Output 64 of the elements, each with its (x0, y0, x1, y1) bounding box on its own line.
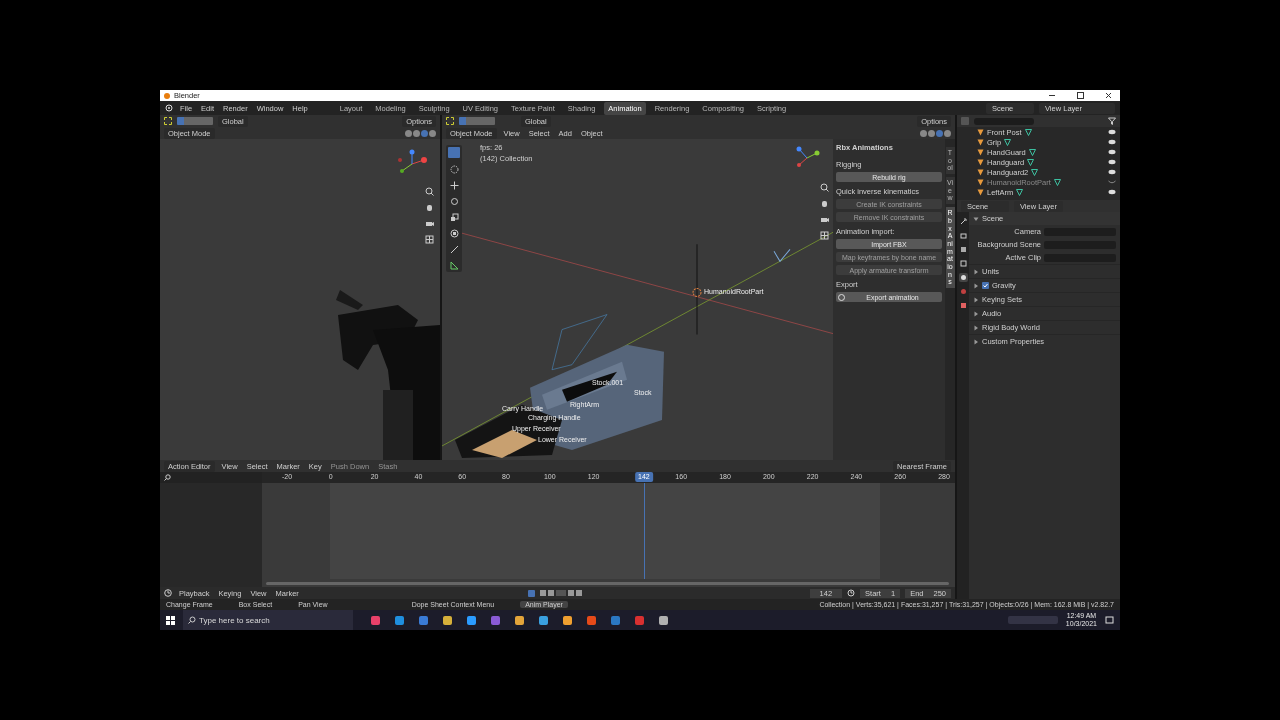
select-tool-icon[interactable] (446, 117, 454, 125)
shading-buttons[interactable] (405, 129, 436, 137)
taskbar-app-icon[interactable] (491, 615, 500, 625)
move-tool-icon[interactable] (449, 181, 459, 190)
search-icon (188, 616, 196, 624)
grid-icon[interactable] (425, 235, 434, 244)
measure-tool-icon[interactable] (449, 261, 459, 270)
record-button[interactable] (528, 589, 536, 597)
modifier-icon (1053, 178, 1061, 186)
visibility-icon[interactable] (1108, 149, 1116, 155)
taskbar-app-icon[interactable] (539, 615, 548, 625)
output-tab-icon[interactable] (958, 245, 968, 254)
close-icon (1104, 92, 1112, 99)
modifier-icon (1024, 128, 1032, 136)
playback-controls[interactable] (540, 590, 583, 596)
taskbar-app-icon[interactable] (635, 615, 644, 625)
taskbar-app-icon[interactable] (587, 615, 596, 625)
search-icon[interactable] (164, 474, 171, 481)
taskbar-app-icon[interactable] (443, 615, 452, 625)
grid-icon[interactable] (820, 231, 829, 240)
transform-tool-icon[interactable] (449, 229, 459, 238)
visibility-icon[interactable] (1108, 129, 1116, 135)
search-field[interactable]: Type here to search (183, 610, 353, 630)
checkbox[interactable] (982, 282, 989, 289)
clock-icon[interactable] (847, 589, 856, 597)
scale-tool-icon[interactable] (449, 213, 459, 222)
camera-icon[interactable] (425, 219, 434, 228)
rotate-tool-icon[interactable] (449, 197, 459, 206)
taskbar-app-icon[interactable] (419, 615, 428, 625)
modifier-icon (1016, 188, 1024, 196)
visibility-icon[interactable] (1108, 189, 1116, 195)
zoom-icon[interactable] (425, 187, 434, 196)
taskbar-app-icon[interactable] (395, 615, 404, 625)
taskbar-app-icon[interactable] (611, 615, 620, 625)
visibility-icon[interactable] (1108, 139, 1116, 145)
camera-icon[interactable] (820, 215, 829, 224)
annotate-tool-icon[interactable] (449, 245, 459, 254)
tool-tab-icon[interactable] (958, 217, 968, 226)
taskbar-app-icon[interactable] (659, 615, 668, 625)
zoom-icon[interactable] (820, 183, 829, 192)
taskbar-app-icon[interactable] (467, 615, 476, 625)
cursor-tool-icon[interactable] (449, 165, 459, 174)
export-icon (838, 293, 845, 301)
filter-icon[interactable] (1108, 117, 1116, 125)
editor-type-icon[interactable] (164, 589, 172, 597)
taskbar-app-icon[interactable] (371, 615, 380, 625)
disclosure-arrow-icon[interactable] (973, 215, 979, 222)
render-tab-icon[interactable] (958, 231, 968, 240)
empty-object-icon (773, 248, 791, 262)
start-icon[interactable] (166, 615, 175, 625)
select-tool-icon[interactable] (164, 117, 172, 125)
object-tab-icon[interactable] (958, 301, 968, 310)
taskbar-app-icon[interactable] (515, 615, 524, 625)
notification-icon[interactable] (1105, 615, 1114, 625)
origin-marker-icon (692, 287, 702, 297)
view-layer-tab-icon[interactable] (958, 259, 968, 268)
visibility-icon[interactable] (1108, 159, 1116, 165)
modifier-icon (1004, 138, 1012, 146)
world-tab-icon[interactable] (958, 287, 968, 296)
taskbar-app-icon[interactable] (563, 615, 572, 625)
shading-buttons[interactable] (920, 129, 951, 137)
visibility-icon[interactable] (1108, 169, 1116, 175)
scene-tab-icon[interactable] (958, 273, 968, 282)
scrollbar[interactable] (266, 582, 949, 585)
